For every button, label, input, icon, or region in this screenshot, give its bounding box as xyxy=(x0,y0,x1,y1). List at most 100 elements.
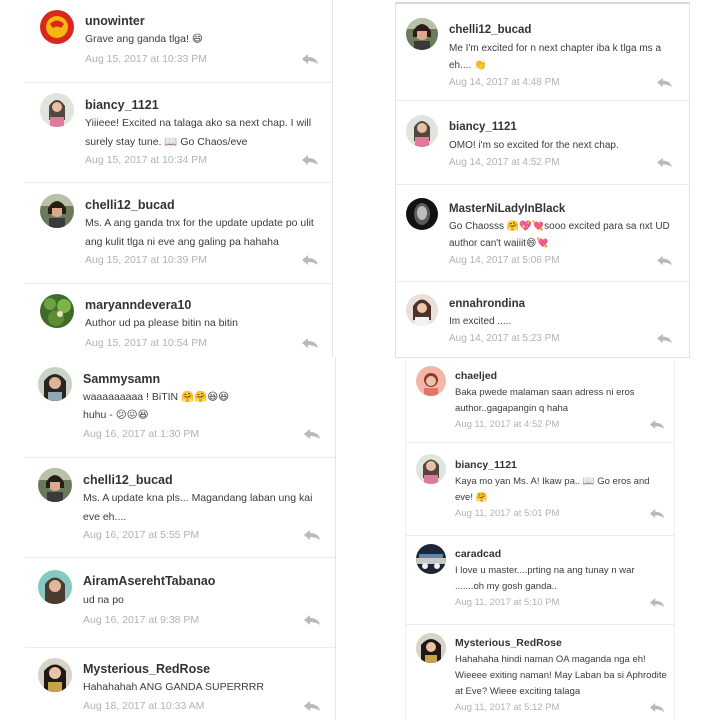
comment-item: maryanndevera10 Author ud pa please biti… xyxy=(25,284,332,357)
avatar[interactable] xyxy=(40,294,74,328)
comment-username[interactable]: AiramAserehtTabanao xyxy=(83,574,215,588)
comment-username[interactable]: biancy_1121 xyxy=(449,121,517,133)
avatar[interactable] xyxy=(406,115,438,147)
comment-item: Mysterious_RedRose Hahahahah ANG GANDA S… xyxy=(25,648,335,720)
reply-arrow-icon[interactable] xyxy=(649,702,665,713)
reply-arrow-icon[interactable] xyxy=(656,77,673,88)
avatar[interactable] xyxy=(40,10,74,44)
comment-date: Aug 15, 2017 at 10:34 PM xyxy=(85,154,208,166)
comment-text: Author ud pa please bitin na bitin xyxy=(85,317,238,329)
comment-text: Yiiieee! Excited na talaga ako sa next c… xyxy=(85,117,312,148)
comment-item: chelli12_bucad Me I'm excited for n next… xyxy=(396,4,689,101)
avatar[interactable] xyxy=(416,366,446,396)
comment-item: biancy_1121 OMO! i'm so excited for the … xyxy=(396,101,689,185)
comment-username[interactable]: Sammysamn xyxy=(83,372,160,386)
comment-date: Aug 15, 2017 at 10:54 PM xyxy=(85,337,208,349)
comment-text: OMO! i'm so excited for the next chap. xyxy=(449,140,619,151)
comment-text: I love u master....prting na ang tunay n… xyxy=(455,565,635,592)
comment-item: ennahrondina Im excited ..... Aug 14, 20… xyxy=(396,282,689,357)
comment-username[interactable]: biancy_1121 xyxy=(85,98,159,112)
reply-arrow-icon[interactable] xyxy=(303,700,321,712)
comment-date: Aug 14, 2017 at 5:06 PM xyxy=(449,255,560,266)
comment-date: Aug 11, 2017 at 5:01 PM xyxy=(455,508,560,519)
avatar[interactable] xyxy=(406,198,438,230)
comment-date: Aug 15, 2017 at 10:39 PM xyxy=(85,254,208,266)
comment-username[interactable]: Mysterious_RedRose xyxy=(83,662,210,676)
comment-item: AiramAserehtTabanao ud na po Aug 16, 201… xyxy=(25,558,335,648)
comment-date: Aug 11, 2017 at 4:52 PM xyxy=(455,419,560,430)
reply-arrow-icon[interactable] xyxy=(303,428,321,440)
comments-panel-4: chaeljed Baka pwede malaman saan adress … xyxy=(405,360,675,720)
reply-arrow-icon[interactable] xyxy=(303,529,321,541)
comment-item: chelli12_bucad Ms. A ang ganda tnx for t… xyxy=(25,183,332,284)
avatar[interactable] xyxy=(38,468,72,502)
comment-date: Aug 18, 2017 at 10:33 AM xyxy=(83,700,205,712)
comment-text: waaaaaaaaa ! BiTIN 🤗🤗😆😆 xyxy=(83,391,230,403)
comment-date: Aug 16, 2017 at 5:55 PM xyxy=(83,529,200,541)
reply-arrow-icon[interactable] xyxy=(649,597,665,608)
comment-text: Hahahahah ANG GANDA SUPERRRR xyxy=(83,681,264,693)
comment-text: Ms. A ang ganda tnx for the update updat… xyxy=(85,217,314,248)
comment-date: Aug 14, 2017 at 4:52 PM xyxy=(449,157,560,168)
comment-username[interactable]: chelli12_bucad xyxy=(449,24,531,36)
comment-date: Aug 14, 2017 at 5:23 PM xyxy=(449,333,560,344)
comment-username[interactable]: maryanndevera10 xyxy=(85,298,191,312)
comment-date: Aug 11, 2017 at 5:10 PM xyxy=(455,597,560,608)
avatar[interactable] xyxy=(38,367,72,401)
comment-item: caradcad I love u master....prting na an… xyxy=(406,536,674,625)
comment-text: Ms. A update kna pls... Magandang laban … xyxy=(83,492,313,523)
reply-arrow-icon[interactable] xyxy=(303,614,321,626)
comments-panel-2: chelli12_bucad Me I'm excited for n next… xyxy=(395,2,690,358)
comment-item: biancy_1121 Kaya mo yan Ms. A! Ikaw pa..… xyxy=(406,443,674,536)
avatar[interactable] xyxy=(416,544,446,574)
comment-text: ud na po xyxy=(83,594,124,606)
comment-text: Hahahaha hindi naman OA maganda nga eh! … xyxy=(455,654,667,697)
comment-item: Sammysamn waaaaaaaaa ! BiTIN 🤗🤗😆😆 huhu -… xyxy=(25,358,335,458)
comment-date: Aug 16, 2017 at 1:30 PM xyxy=(83,428,200,440)
reply-arrow-icon[interactable] xyxy=(301,337,319,349)
comments-panel-3: Sammysamn waaaaaaaaa ! BiTIN 🤗🤗😆😆 huhu -… xyxy=(25,358,336,720)
comment-date: Aug 16, 2017 at 9:38 PM xyxy=(83,614,200,626)
comment-date: Aug 14, 2017 at 4:48 PM xyxy=(449,77,560,88)
avatar[interactable] xyxy=(416,454,446,484)
reply-arrow-icon[interactable] xyxy=(656,333,673,344)
comment-username[interactable]: biancy_1121 xyxy=(455,459,517,471)
comment-text: Im excited ..... xyxy=(449,316,512,327)
comment-username[interactable]: MasterNiLadyInBlack xyxy=(449,203,565,215)
reply-arrow-icon[interactable] xyxy=(301,154,319,166)
comment-item: biancy_1121 Yiiieee! Excited na talaga a… xyxy=(25,83,332,183)
comment-date: Aug 11, 2017 at 5:12 PM xyxy=(455,702,560,713)
comment-item: unowinter Grave ang ganda tlga! 😄 Aug 15… xyxy=(25,0,332,83)
comment-text: Baka pwede malaman saan adress ni eros a… xyxy=(455,387,635,414)
avatar[interactable] xyxy=(38,658,72,692)
avatar[interactable] xyxy=(406,18,438,50)
reply-arrow-icon[interactable] xyxy=(649,508,665,519)
comment-username[interactable]: ennahrondina xyxy=(449,298,525,310)
reply-arrow-icon[interactable] xyxy=(656,157,673,168)
comment-username[interactable]: chelli12_bucad xyxy=(85,198,175,212)
avatar[interactable] xyxy=(406,294,438,326)
comment-username[interactable]: unowinter xyxy=(85,14,145,28)
reply-arrow-icon[interactable] xyxy=(656,255,673,266)
comment-text: Go Chaosss 🤗💖💘sooo excited para sa nxt U… xyxy=(449,221,670,249)
avatar[interactable] xyxy=(38,570,72,604)
comment-text-line2: huhu - 😕😖😆 xyxy=(83,409,149,421)
avatar[interactable] xyxy=(416,633,446,663)
comment-text: Me I'm excited for n next chapter iba k … xyxy=(449,43,662,71)
avatar[interactable] xyxy=(40,194,74,228)
comment-text: Grave ang ganda tlga! 😄 xyxy=(85,33,203,45)
reply-arrow-icon[interactable] xyxy=(649,419,665,430)
comments-panel-1: unowinter Grave ang ganda tlga! 😄 Aug 15… xyxy=(25,0,333,357)
comment-item: Mysterious_RedRose Hahahaha hindi naman … xyxy=(406,625,674,720)
comment-item: chelli12_bucad Ms. A update kna pls... M… xyxy=(25,458,335,558)
comment-date: Aug 15, 2017 at 10:33 PM xyxy=(85,53,208,65)
comment-text: Kaya mo yan Ms. A! Ikaw pa.. 📖 Go eros a… xyxy=(455,476,650,503)
comment-username[interactable]: Mysterious_RedRose xyxy=(455,637,562,649)
reply-arrow-icon[interactable] xyxy=(301,53,319,65)
reply-arrow-icon[interactable] xyxy=(301,254,319,266)
comment-username[interactable]: caradcad xyxy=(455,548,501,560)
avatar[interactable] xyxy=(40,93,74,127)
comment-username[interactable]: chaeljed xyxy=(455,370,497,382)
comment-item: chaeljed Baka pwede malaman saan adress … xyxy=(406,360,674,443)
comment-username[interactable]: chelli12_bucad xyxy=(83,473,173,487)
